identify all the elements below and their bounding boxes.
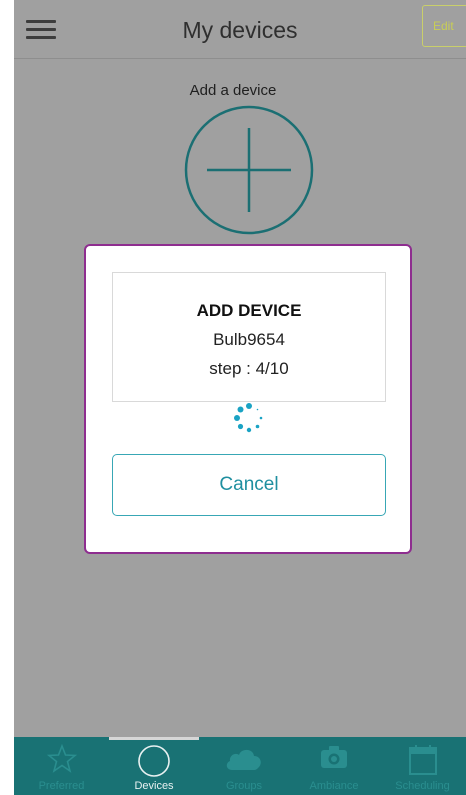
loading-spinner-icon xyxy=(234,403,263,433)
step-progress: step : 4/10 xyxy=(209,359,289,378)
page-title: My devices xyxy=(182,17,298,43)
tab-groups[interactable]: Groups xyxy=(199,737,289,795)
calendar-icon xyxy=(408,745,437,775)
cloud-icon xyxy=(226,749,261,770)
tab-preferred[interactable]: Preferred xyxy=(14,737,109,795)
tab-label: Preferred xyxy=(38,780,85,792)
add-device-label: Add a device xyxy=(189,82,277,99)
circle-icon xyxy=(138,745,170,777)
tab-devices[interactable]: Devices xyxy=(109,737,199,795)
add-device-button[interactable] xyxy=(184,105,314,235)
dialog-info-box: ADD DEVICE Bulb9654 step : 4/10 xyxy=(112,272,386,402)
bottom-navigation: Preferred Devices Groups Ambiance Schedu… xyxy=(14,737,466,795)
tab-label: Devices xyxy=(134,780,174,792)
add-device-dialog: ADD DEVICE Bulb9654 step : 4/10 Cancel xyxy=(84,244,412,554)
tab-label: Groups xyxy=(225,780,263,792)
dialog-title: ADD DEVICE xyxy=(196,301,302,320)
cancel-button[interactable]: Cancel xyxy=(112,454,386,516)
camera-icon xyxy=(321,746,347,768)
edit-button[interactable]: Edit xyxy=(422,5,466,47)
tab-scheduling[interactable]: Scheduling xyxy=(379,737,466,795)
device-name: Bulb9654 xyxy=(213,330,285,349)
tab-label: Ambiance xyxy=(309,780,359,792)
plus-circle-icon xyxy=(184,105,314,235)
tab-label: Scheduling xyxy=(395,780,450,792)
app-header: My devices Edit xyxy=(14,0,466,59)
star-icon xyxy=(46,744,77,773)
tab-ambiance[interactable]: Ambiance xyxy=(289,737,379,795)
